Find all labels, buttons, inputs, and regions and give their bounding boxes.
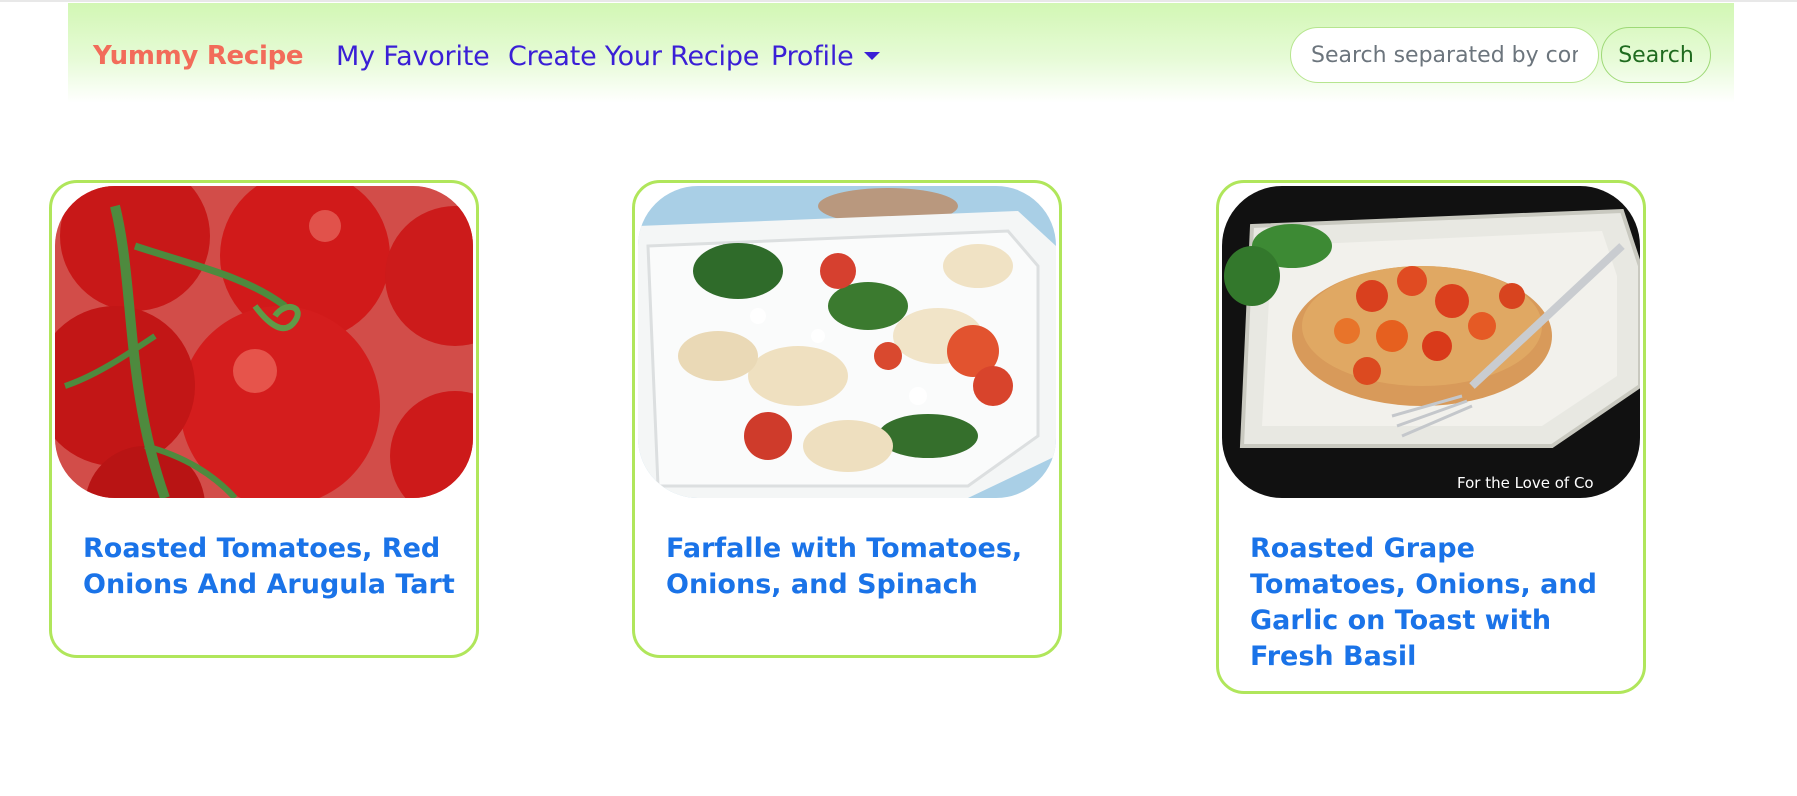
brand-logo[interactable]: Yummy Recipe [93, 41, 304, 71]
chevron-down-icon[interactable] [864, 52, 880, 60]
navbar: Yummy Recipe My Favorite Create Your Rec… [68, 3, 1734, 103]
bruschetta-photo: For the Love of Co [1222, 186, 1640, 498]
recipe-title-link[interactable]: Roasted Tomatoes, Red Onions And Arugula… [83, 531, 463, 603]
recipe-card[interactable]: Roasted Tomatoes, Red Onions And Arugula… [49, 180, 479, 658]
recipe-card[interactable]: For the Love of Co Roasted Grape Tomatoe… [1216, 180, 1646, 694]
recipe-image-farfalle[interactable] [638, 186, 1056, 498]
top-border [0, 0, 1797, 2]
nav-link-create-recipe[interactable]: Create Your Recipe [508, 41, 759, 72]
nav-link-profile[interactable]: Profile [771, 41, 854, 72]
recipe-title-link[interactable]: Roasted Grape Tomatoes, Onions, and Garl… [1250, 531, 1630, 675]
watermark-text: For the Love of Co [1457, 474, 1594, 492]
tomatoes-photo [55, 186, 473, 498]
recipe-image-tomatoes[interactable] [55, 186, 473, 498]
farfalle-photo [638, 186, 1056, 498]
recipe-card[interactable]: Farfalle with Tomatoes, Onions, and Spin… [632, 180, 1062, 658]
search-button[interactable]: Search [1601, 27, 1711, 83]
recipe-image-bruschetta[interactable]: For the Love of Co [1222, 186, 1640, 498]
recipe-title-link[interactable]: Farfalle with Tomatoes, Onions, and Spin… [666, 531, 1046, 603]
nav-link-my-favorite[interactable]: My Favorite [336, 41, 490, 72]
search-input[interactable] [1290, 27, 1599, 83]
